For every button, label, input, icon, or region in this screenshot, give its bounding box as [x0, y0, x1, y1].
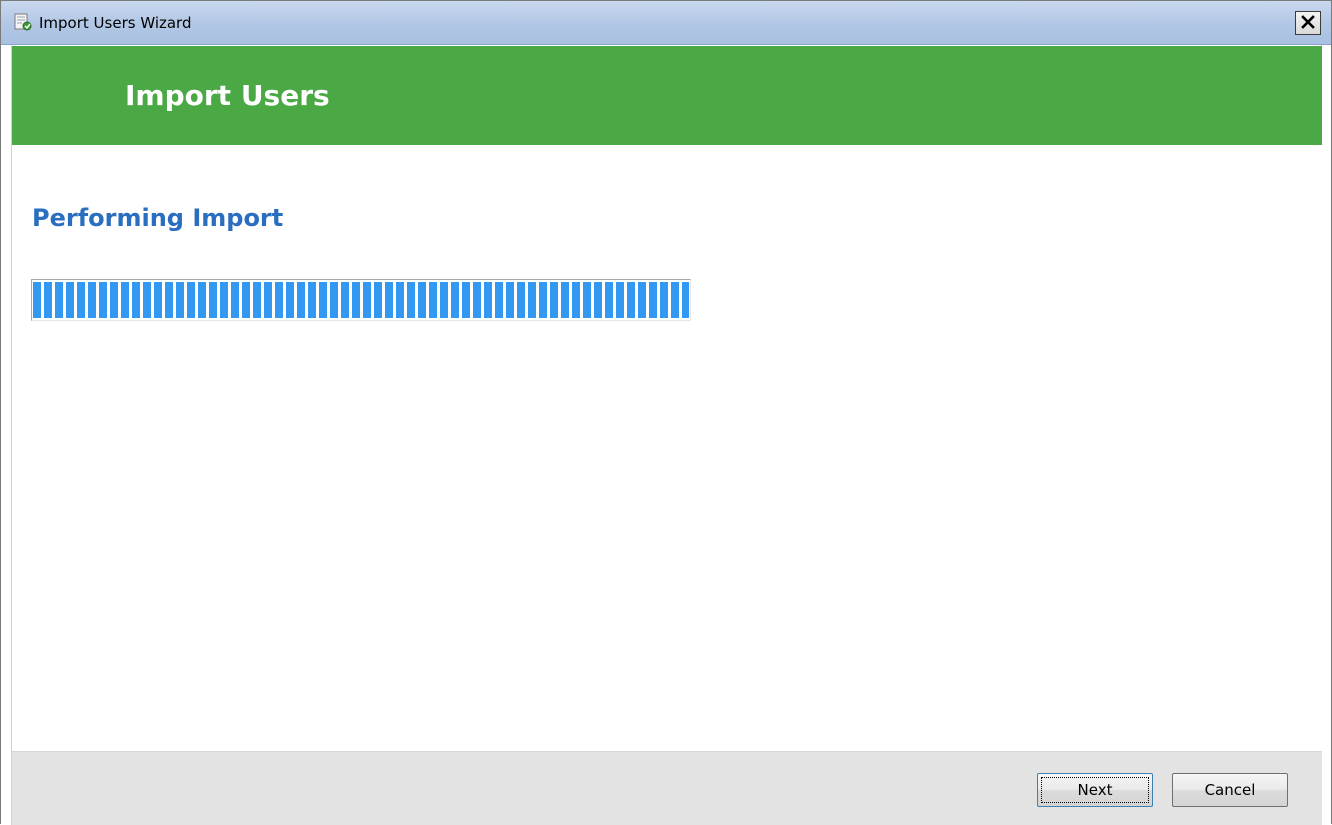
window-title: Import Users Wizard — [39, 14, 192, 32]
wizard-content: Performing Import — [12, 145, 1322, 751]
title-bar: Import Users Wizard — [1, 1, 1331, 45]
progress-fill — [33, 282, 689, 318]
section-title: Performing Import — [32, 204, 284, 232]
wizard-header-title: Import Users — [125, 79, 330, 112]
wizard-footer: Next Cancel — [12, 751, 1322, 825]
import-users-wizard-window: Import Users Wizard Import Users Perform… — [0, 0, 1332, 825]
close-button[interactable] — [1295, 11, 1321, 35]
cancel-button[interactable]: Cancel — [1172, 773, 1288, 807]
right-border — [1321, 45, 1331, 825]
next-button-label: Next — [1077, 781, 1113, 799]
close-icon — [1301, 14, 1315, 33]
wizard-header: Import Users — [12, 46, 1322, 145]
wizard-document-icon — [13, 13, 33, 33]
next-button[interactable]: Next — [1037, 773, 1153, 807]
import-progress-bar — [31, 279, 691, 321]
left-border — [1, 45, 12, 825]
cancel-button-label: Cancel — [1204, 781, 1256, 799]
